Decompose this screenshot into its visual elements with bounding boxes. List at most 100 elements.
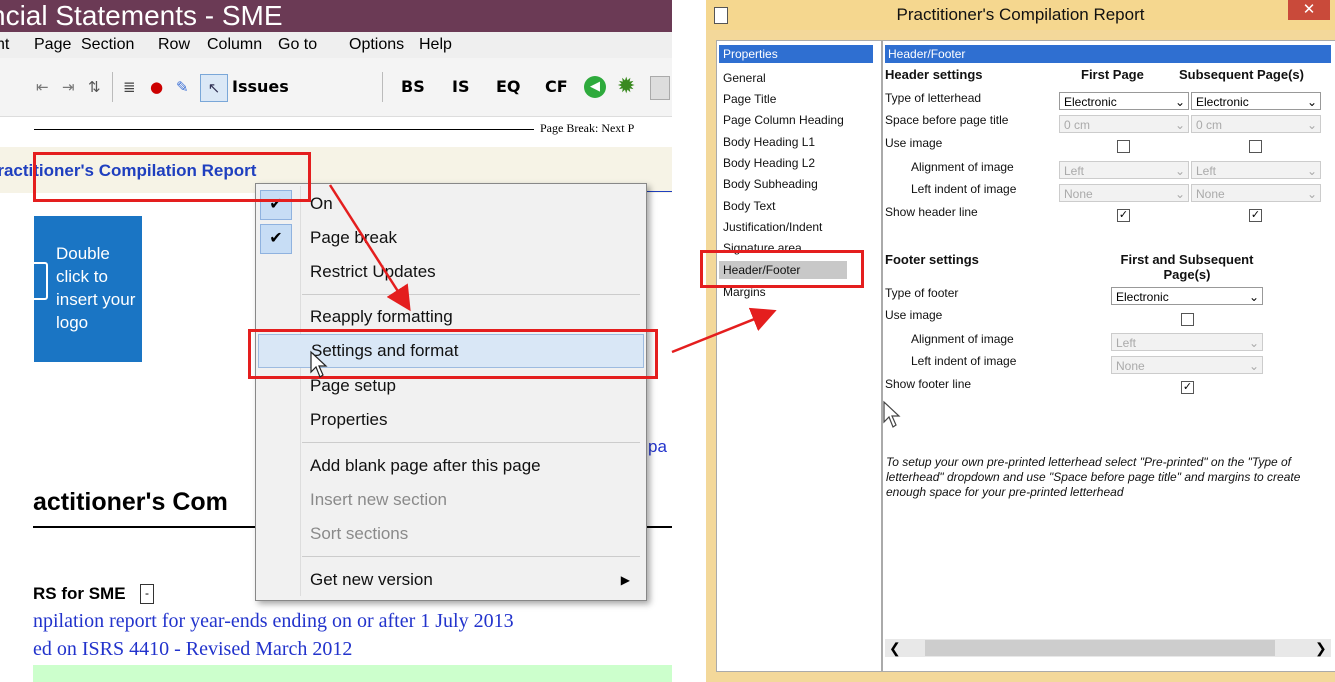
is-button[interactable]: IS [452,74,469,100]
go-back-icon[interactable]: ◀ [584,76,606,98]
footer-type-select[interactable]: Electronic ⌄ [1111,287,1263,305]
menu-item-label: Page break [310,228,397,247]
sort-az-icon[interactable]: ⇅ [88,74,101,100]
menu-separator [302,294,640,295]
menu-item-options[interactable]: Options [349,32,404,58]
chevron-down-icon: ⌄ [1306,187,1317,201]
menu-item-document[interactable]: nt [0,32,9,58]
footer-image-alignment-label: Alignment of image [911,332,1014,346]
menu-item-get-new-version[interactable]: Get new version ▶ [258,564,642,596]
footer-use-image-checkbox[interactable] [1181,313,1194,326]
letterhead-help-note: To setup your own pre-printed letterhead… [886,455,1301,499]
menu-item-insert-new-section: Insert new section [258,484,642,516]
check-icon: ✔ [260,224,292,254]
scroll-left-icon[interactable]: ❮ [889,639,901,657]
link-fragment[interactable]: pa [648,437,667,457]
logo-placeholder[interactable]: Double click to insert your logo [28,216,142,362]
footer-column-heading: First and Subsequent Page(s) [1120,252,1254,282]
select-value: Left [1196,164,1217,178]
use-image-subsequent-checkbox[interactable] [1249,140,1262,153]
image-indent-first-select: None ⌄ [1059,184,1189,202]
annotation-box-header-footer [700,250,864,288]
select-value: Electronic [1064,95,1117,109]
annotation-box-settings-item [248,329,658,379]
header-line-subsequent-checkbox[interactable]: ✓ [1249,209,1262,222]
nav-item-body-subheading[interactable]: Body Subheading [719,175,873,193]
header-line-first-checkbox[interactable]: ✓ [1117,209,1130,222]
nav-item-body-heading-l1[interactable]: Body Heading L1 [719,133,873,151]
gear-icon[interactable]: ✹ [617,74,635,100]
nav-item-justification-indent[interactable]: Justification/Indent [719,218,873,236]
menu-item-page-break[interactable]: ✔ Page break [258,222,642,254]
menu-item-sort-sections: Sort sections [258,518,642,550]
image-alignment-label: Alignment of image [911,160,1014,174]
settings-panel: Header/Footer Header settings First Page… [882,40,1335,672]
menu-item-properties[interactable]: Properties [258,404,642,436]
toolbar: ⇤ ⇥ ⇅ ≣ ● ✎ ↖ Issues BS IS EQ CF ◀ ✹ [0,58,672,117]
select-value: 0 cm [1196,118,1223,132]
standard-dropdown[interactable]: - [140,584,154,604]
footer-type-label: Type of footer [885,286,959,300]
nav-item-body-heading-l2[interactable]: Body Heading L2 [719,154,873,172]
nav-item-properties[interactable]: Properties [719,45,873,63]
document-heading: actitioner's Com [33,488,228,516]
menu-separator [302,556,640,557]
chevron-down-icon: ⌄ [1306,95,1317,109]
select-value: 0 cm [1064,118,1091,132]
image-indent-subsequent-select: None ⌄ [1191,184,1321,202]
logo-placeholder-text: Double click to insert your logo [56,244,136,332]
letterhead-type-first-select[interactable]: Electronic ⌄ [1059,92,1189,110]
horizontal-scrollbar[interactable]: ❮ ❯ [885,639,1331,657]
scrollbar-thumb[interactable] [925,640,1275,656]
close-button[interactable]: ✕ [1288,0,1330,20]
menu-item-help[interactable]: Help [419,32,452,58]
first-page-column-heading: First Page [1081,67,1144,82]
indent-in-icon[interactable]: ⇥ [62,74,75,100]
chevron-down-icon: ⌄ [1248,290,1259,304]
chevron-down-icon: ⌄ [1174,187,1185,201]
page-break-rule [34,129,534,130]
menu-item-restrict-updates[interactable]: Restrict Updates [258,256,642,288]
menu-item-on[interactable]: ✔ On [258,188,642,220]
nav-item-page-title[interactable]: Page Title [719,90,873,108]
scroll-right-icon[interactable]: ❯ [1315,639,1327,657]
pointer-icon[interactable]: ↖ [200,74,228,102]
menu-item-section[interactable]: Section [81,32,134,58]
menu-item-add-blank-page[interactable]: Add blank page after this page [258,450,642,482]
indent-out-icon[interactable]: ⇤ [36,74,49,100]
list-icon[interactable]: ≣ [123,74,136,100]
chevron-down-icon: ⌄ [1174,95,1185,109]
menu-item-row[interactable]: Row [158,32,190,58]
select-value: Electronic [1116,290,1169,304]
document-icon [28,262,48,300]
eq-button[interactable]: EQ [496,74,521,100]
menu-item-column[interactable]: Column [207,32,262,58]
bs-button[interactable]: BS [401,74,425,100]
footer-line-checkbox[interactable]: ✓ [1181,381,1194,394]
annotation-box-section-tab [33,152,311,202]
image-indent-label: Left indent of image [911,182,1017,196]
properties-dialog: Practitioner's Compilation Report ✕ Prop… [706,0,1335,682]
issues-button[interactable]: Issues [232,74,289,100]
letterhead-type-subsequent-select[interactable]: Electronic ⌄ [1191,92,1321,110]
nav-item-body-text[interactable]: Body Text [719,197,873,215]
cf-button[interactable]: CF [545,74,568,100]
subsequent-pages-column-heading: Subsequent Page(s) [1179,67,1304,82]
nav-item-page-column-heading[interactable]: Page Column Heading [719,111,873,129]
app-title: ncial Statements - SME [0,0,283,31]
nav-item-general[interactable]: General [719,69,873,87]
submenu-arrow-icon: ▶ [620,573,630,587]
app-title-bar: ncial Statements - SME [0,0,672,32]
header-settings-heading: Header settings [885,67,983,82]
use-image-first-checkbox[interactable] [1117,140,1130,153]
menu-item-label: Insert new section [310,490,448,509]
pencil-icon[interactable]: ✎ [176,74,189,100]
footer-line-label: Show footer line [885,377,972,391]
menu-item-page[interactable]: Page [34,32,71,58]
menu-item-goto[interactable]: Go to [278,32,317,58]
document-icon[interactable] [650,76,670,100]
traffic-light-icon[interactable]: ● [150,74,163,100]
standard-label: RS for SME [33,584,126,603]
panel-heading: Header/Footer [885,45,1331,63]
select-value: None [1064,187,1093,201]
